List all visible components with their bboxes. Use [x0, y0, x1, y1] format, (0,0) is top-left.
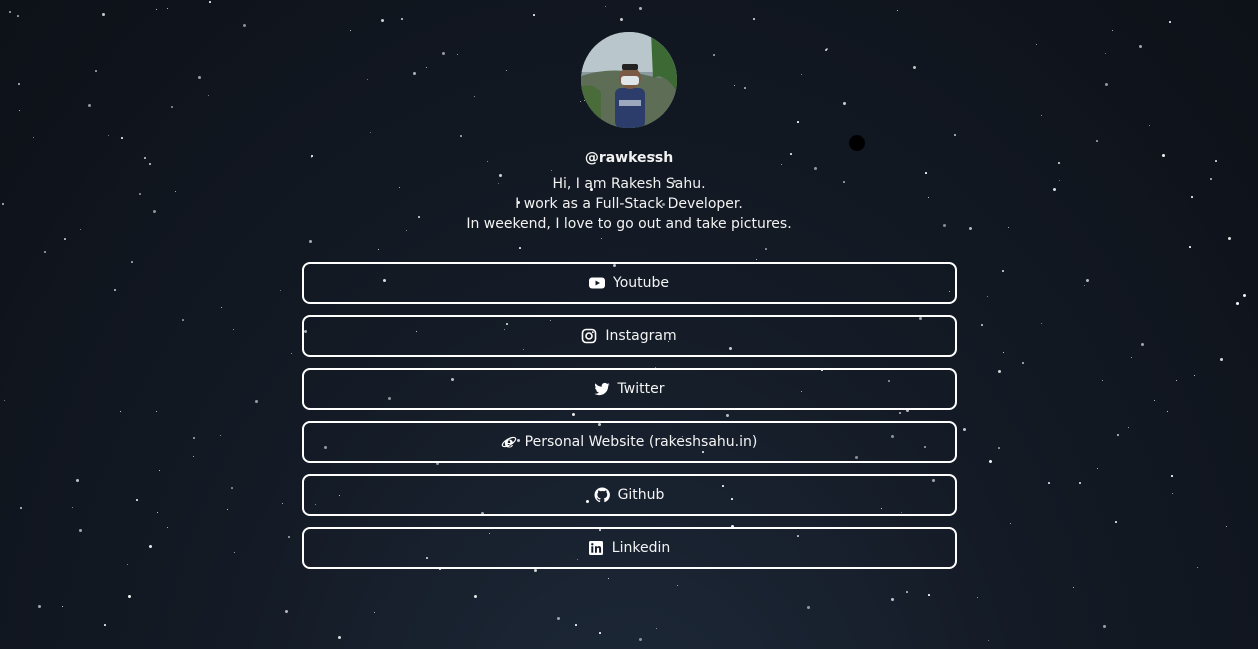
link-list: Youtube Instagram Twitter e Personal Web… [301, 262, 957, 569]
star [474, 595, 477, 598]
star [639, 638, 642, 641]
star [38, 605, 41, 608]
profile-bio: Hi, I am Rakesh Sahu. I work as a Full-S… [466, 174, 791, 234]
github-icon [594, 487, 610, 503]
star [62, 606, 63, 607]
star [891, 598, 894, 601]
instagram-icon [581, 328, 597, 344]
internet-explorer-icon: e [501, 434, 517, 450]
instagram-link-button[interactable]: Instagram [301, 315, 957, 357]
youtube-link-button[interactable]: Youtube [301, 262, 957, 304]
bio-line: I work as a Full-Stack Developer. [515, 196, 743, 212]
link-label: Instagram [605, 328, 677, 344]
youtube-icon [589, 275, 605, 291]
star [285, 610, 288, 613]
bio-line: In weekend, I love to go out and take pi… [466, 216, 792, 232]
star [988, 640, 989, 641]
star [575, 624, 577, 626]
star [906, 591, 908, 593]
github-link-button[interactable]: Github [301, 474, 957, 516]
link-label: Youtube [613, 275, 669, 291]
star [977, 597, 978, 598]
star [338, 636, 341, 639]
linkedin-link-button[interactable]: Linkedin [301, 527, 957, 569]
star [128, 595, 131, 598]
star [557, 617, 560, 620]
link-label: Github [617, 487, 665, 503]
star [1103, 625, 1106, 628]
star [656, 628, 657, 629]
star [374, 612, 375, 613]
star [1073, 587, 1074, 588]
twitter-link-button[interactable]: Twitter [301, 368, 957, 410]
svg-text:e: e [504, 434, 514, 450]
twitter-icon [594, 381, 610, 397]
link-label: Personal Website (rakeshsahu.in) [524, 434, 758, 450]
star [599, 632, 601, 634]
bio-line: Hi, I am Rakesh Sahu. [552, 176, 706, 192]
star [608, 578, 609, 579]
personal-website-link-button[interactable]: e Personal Website (rakeshsahu.in) [301, 421, 957, 463]
star [928, 594, 930, 596]
link-label: Linkedin [611, 540, 671, 556]
star [104, 624, 106, 626]
star [534, 569, 537, 572]
star [677, 585, 678, 586]
profile-section: @rawkessh Hi, I am Rakesh Sahu. I work a… [0, 0, 1258, 569]
profile-handle: @rawkessh [584, 150, 674, 166]
link-label: Twitter [617, 381, 665, 397]
star [807, 606, 810, 609]
avatar[interactable] [581, 32, 677, 128]
avatar-photo [581, 32, 677, 128]
linkedin-icon [588, 540, 604, 556]
